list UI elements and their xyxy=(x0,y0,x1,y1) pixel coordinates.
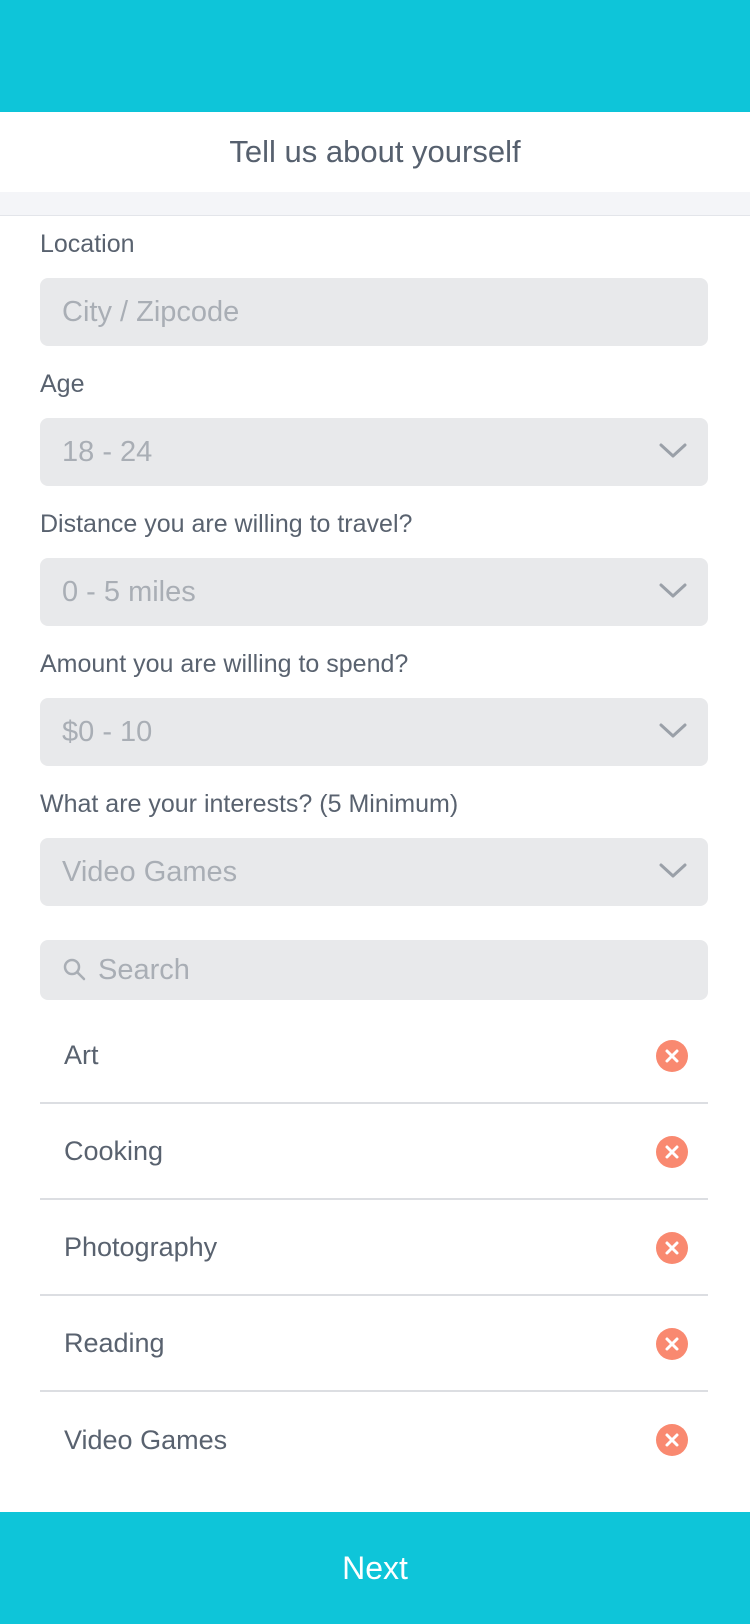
close-icon xyxy=(665,1433,679,1447)
distance-select-value: 0 - 5 miles xyxy=(62,575,196,608)
search-icon xyxy=(63,958,86,981)
amount-select-value: $0 - 10 xyxy=(62,715,153,748)
amount-select[interactable]: $0 - 10 xyxy=(40,698,708,766)
interest-label: Video Games xyxy=(64,1424,228,1455)
location-label: Location xyxy=(40,230,135,258)
list-item: Photography xyxy=(40,1200,708,1296)
distance-label: Distance you are willing to travel? xyxy=(40,510,413,538)
location-input[interactable] xyxy=(62,295,662,329)
interests-select[interactable]: Video Games xyxy=(40,838,708,906)
age-label: Age xyxy=(40,370,85,398)
age-select-value: 18 - 24 xyxy=(62,435,153,468)
close-icon xyxy=(665,1337,679,1351)
chevron-down-icon xyxy=(659,583,687,598)
interests-label: What are your interests? (5 Minimum) xyxy=(40,790,459,818)
list-item: Art xyxy=(40,1008,708,1104)
amount-label: Amount you are willing to spend? xyxy=(40,650,409,678)
remove-interest-button[interactable] xyxy=(656,1232,688,1264)
header-bar: Tell us about yourself xyxy=(0,112,750,192)
chevron-down-icon xyxy=(659,723,687,738)
distance-select[interactable]: 0 - 5 miles xyxy=(40,558,708,626)
chevron-down-icon xyxy=(659,863,687,878)
interest-label: Reading xyxy=(64,1327,165,1358)
list-item: Reading xyxy=(40,1296,708,1392)
remove-interest-button[interactable] xyxy=(656,1040,688,1072)
remove-interest-button[interactable] xyxy=(656,1136,688,1168)
interest-label: Photography xyxy=(64,1231,218,1262)
header-divider xyxy=(0,192,750,216)
chevron-down-icon xyxy=(659,443,687,458)
interest-label: Art xyxy=(64,1039,99,1070)
interest-label: Cooking xyxy=(64,1135,164,1166)
close-icon xyxy=(665,1049,679,1063)
next-button-label: Next xyxy=(342,1549,408,1586)
next-button[interactable]: Next xyxy=(0,1512,750,1624)
list-item: Video Games xyxy=(40,1392,708,1488)
location-field[interactable] xyxy=(40,278,708,346)
remove-interest-button[interactable] xyxy=(656,1424,688,1456)
search-input[interactable] xyxy=(98,953,678,987)
selected-interests-list: Art Cooking Photography Reading Video Ga… xyxy=(40,1008,708,1488)
status-bar xyxy=(0,0,750,112)
list-item: Cooking xyxy=(40,1104,708,1200)
interests-search[interactable] xyxy=(40,940,708,1000)
remove-interest-button[interactable] xyxy=(656,1328,688,1360)
page-title: Tell us about yourself xyxy=(229,134,521,169)
close-icon xyxy=(665,1241,679,1255)
age-select[interactable]: 18 - 24 xyxy=(40,418,708,486)
interests-select-value: Video Games xyxy=(62,855,238,888)
close-icon xyxy=(665,1145,679,1159)
